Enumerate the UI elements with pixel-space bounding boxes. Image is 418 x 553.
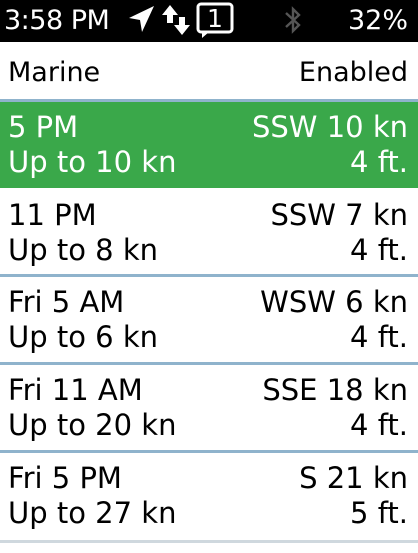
forecast-waves: 5 ft. [350,496,408,530]
status-bar: 3:58 PM 1 32% [0,0,418,42]
page-title: Marine [8,57,101,88]
notification-count: 1 [207,4,223,33]
forecast-waves: 4 ft. [350,145,408,179]
forecast-row[interactable]: Fri 5 AM Up to 6 kn WSW 6 kn 4 ft. [0,277,418,365]
forecast-time: Fri 5 AM [8,285,125,319]
forecast-time: Fri 5 PM [8,461,122,495]
forecast-direction: SSE 18 kn [262,373,408,407]
forecast-direction: SSW 10 kn [251,110,408,144]
marine-status: Enabled [298,57,408,88]
bluetooth-icon [283,5,303,39]
battery-level: 32% [347,5,408,36]
forecast-row[interactable]: Fri 11 AM Up to 20 kn SSE 18 kn 4 ft. [0,365,418,453]
forecast-time: 5 PM [8,110,79,144]
sync-icon [160,3,192,41]
forecast-time: 11 PM [8,198,97,232]
marine-header[interactable]: Marine Enabled [0,42,418,102]
forecast-wind-speed: Up to 8 kn [8,233,159,267]
forecast-direction: SSW 7 kn [270,198,408,232]
forecast-wind-speed: Up to 6 kn [8,320,159,354]
status-time: 3:58 PM [4,5,110,36]
forecast-direction: S 21 kn [299,461,408,495]
forecast-waves: 4 ft. [350,408,408,442]
forecast-wind-speed: Up to 10 kn [8,145,177,179]
forecast-row[interactable]: Fri 5 PM Up to 27 kn S 21 kn 5 ft. [0,453,418,543]
forecast-time: Fri 11 AM [8,373,143,407]
forecast-wind-speed: Up to 20 kn [8,408,177,442]
forecast-direction: WSW 6 kn [260,285,408,319]
forecast-wind-speed: Up to 27 kn [8,496,177,530]
forecast-waves: 4 ft. [350,233,408,267]
forecast-waves: 4 ft. [350,320,408,354]
forecast-row[interactable]: 5 PM Up to 10 kn SSW 10 kn 4 ft. [0,102,418,188]
location-arrow-icon [126,4,156,38]
forecast-row[interactable]: 11 PM Up to 8 kn SSW 7 kn 4 ft. [0,190,418,277]
